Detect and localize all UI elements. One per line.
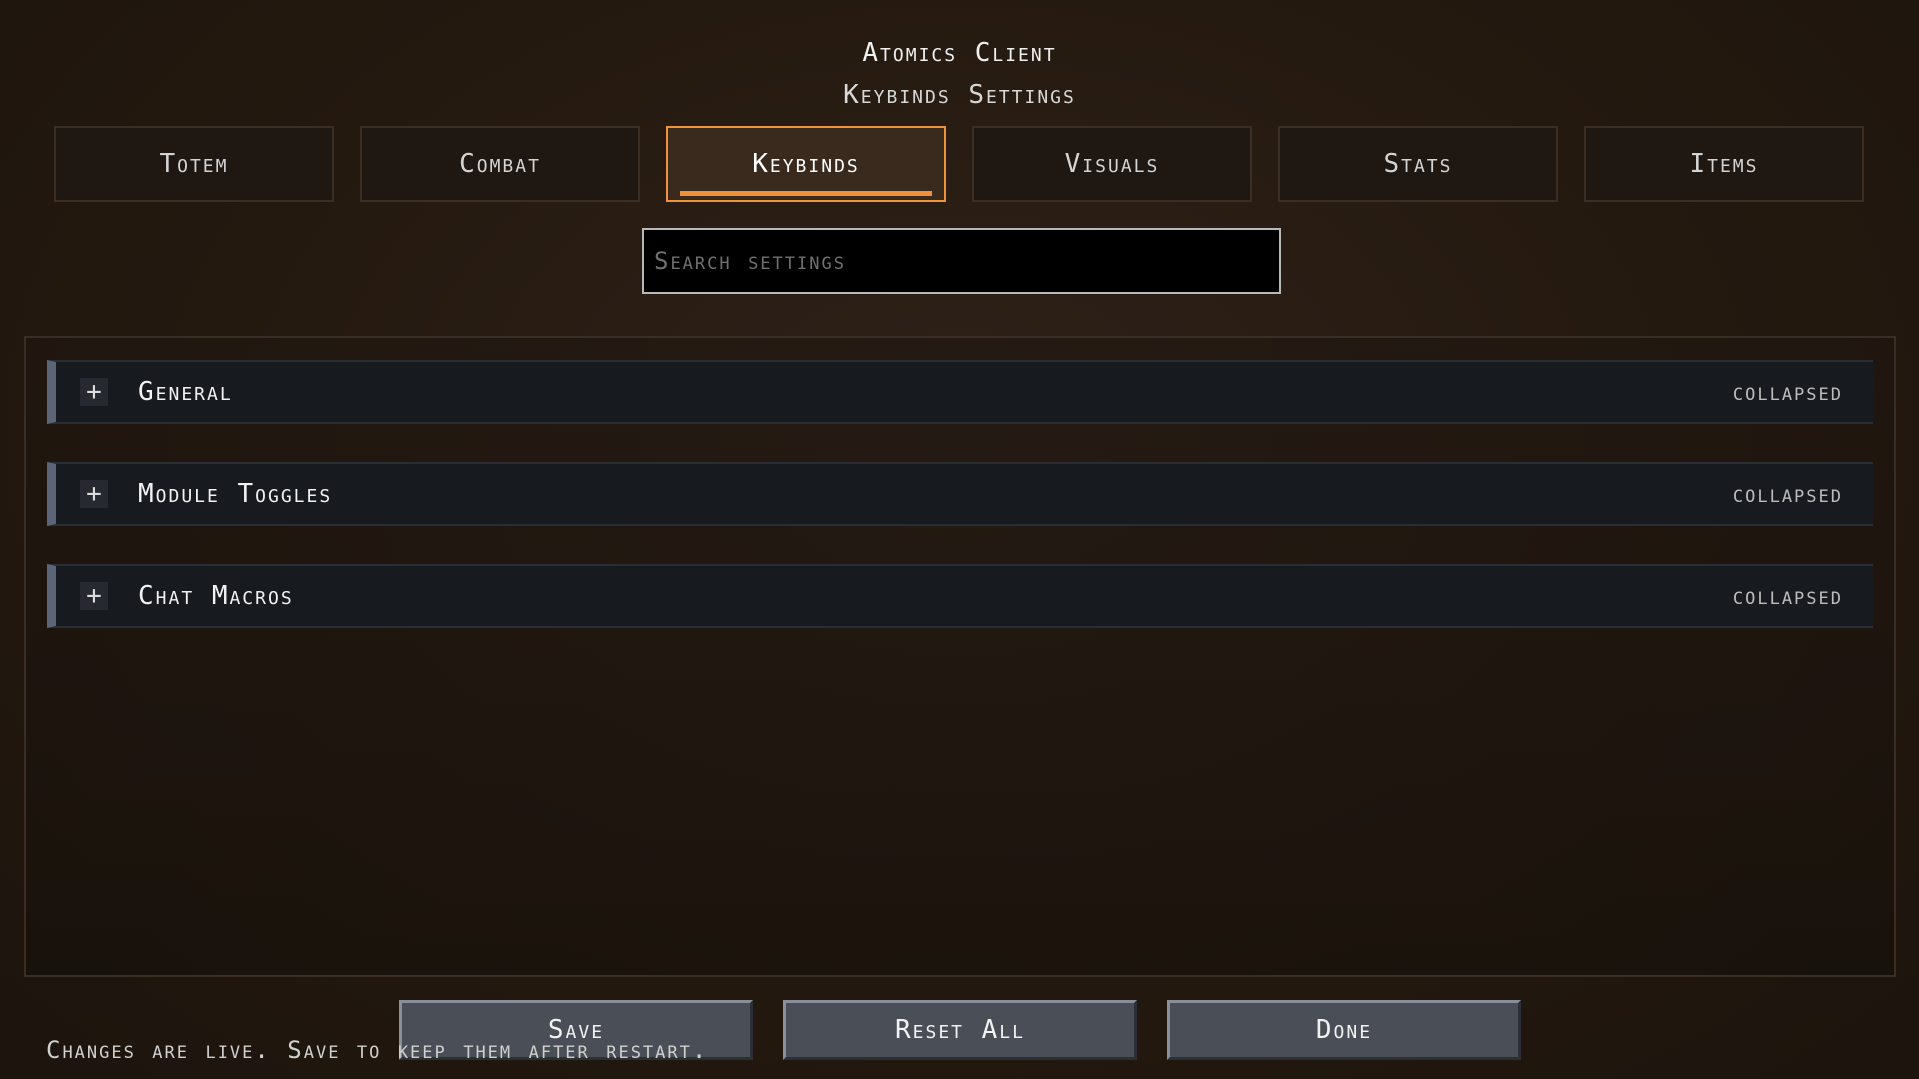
tab-visuals[interactable]: Visuals <box>972 126 1252 202</box>
plus-icon[interactable]: + <box>80 378 108 406</box>
section-label: Module Toggles <box>138 479 333 509</box>
active-tab-indicator <box>680 191 932 196</box>
section-label: General <box>138 377 233 407</box>
page-subtitle: Keybinds Settings <box>843 80 1076 110</box>
button-label: Done <box>1315 1015 1373 1045</box>
window-title: Atomics Client <box>862 38 1057 68</box>
section-label: Chat Macros <box>138 581 294 611</box>
section-module-toggles[interactable]: + Module Toggles collapsed <box>47 462 1873 526</box>
tab-stats[interactable]: Stats <box>1278 126 1558 202</box>
tab-label: Combat <box>459 149 541 179</box>
tab-label: Keybinds <box>752 149 860 179</box>
done-button[interactable]: Done <box>1167 1000 1521 1060</box>
tab-keybinds[interactable]: Keybinds <box>666 126 946 202</box>
settings-panel <box>24 336 1896 977</box>
section-state: collapsed <box>1732 378 1843 406</box>
tab-label: Stats <box>1383 149 1453 179</box>
footer-hint: Changes are live. Save to keep them afte… <box>46 1036 709 1064</box>
plus-icon[interactable]: + <box>80 480 108 508</box>
section-general[interactable]: + General collapsed <box>47 360 1873 424</box>
tab-totem[interactable]: Totem <box>54 126 334 202</box>
plus-icon[interactable]: + <box>80 582 108 610</box>
tab-label: Totem <box>159 149 229 179</box>
tab-label: Items <box>1689 149 1759 179</box>
tab-label: Visuals <box>1064 149 1160 179</box>
section-chat-macros[interactable]: + Chat Macros collapsed <box>47 564 1873 628</box>
section-state: collapsed <box>1732 582 1843 610</box>
tab-combat[interactable]: Combat <box>360 126 640 202</box>
reset-all-button[interactable]: Reset All <box>783 1000 1137 1060</box>
tab-items[interactable]: Items <box>1584 126 1864 202</box>
search-input[interactable] <box>642 228 1281 294</box>
button-label: Reset All <box>895 1015 1025 1045</box>
section-state: collapsed <box>1732 480 1843 508</box>
